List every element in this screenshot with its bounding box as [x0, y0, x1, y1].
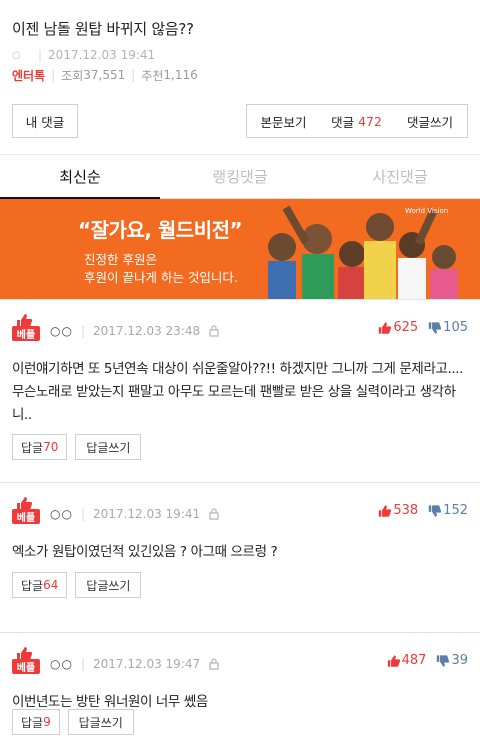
comment-actions: 답글 9 답글쓰기: [12, 709, 142, 735]
ad-banner[interactable]: “잘가요, 월드비전” 진정한 후원은 후원이 끝나게 하는 것입니다. Wor…: [0, 199, 480, 299]
reply-label: 답글: [21, 578, 44, 593]
best-label: 베플: [12, 326, 40, 341]
upvote-count: 538: [393, 503, 419, 518]
divider: |: [38, 48, 43, 62]
reply-count-button[interactable]: 답글 9: [12, 709, 60, 735]
view-body-button[interactable]: 본문보기: [246, 104, 321, 138]
comment-item: 베플 ○○ | 2017.12.03 19:41 538 152 엑소가 원탑이…: [0, 482, 480, 632]
vote-area: 538 152: [378, 503, 468, 518]
tab-ranking[interactable]: 랭킹댓글: [160, 155, 320, 198]
post-stats: 엔터톡 | 조회 37,551 | 추천 1,116: [12, 67, 468, 83]
report-icon[interactable]: [209, 658, 219, 670]
tab-latest[interactable]: 최신순: [0, 155, 160, 199]
comment-actions: 답글 70 답글쓰기: [12, 434, 149, 460]
vote-area: 625 105: [378, 320, 468, 335]
downvote-count: 152: [443, 503, 468, 518]
upvote-count: 625: [393, 320, 419, 335]
post-header: 이젠 남돌 원탑 바뀌지 않음?? ○ | 2017.12.03 19:41 엔…: [0, 0, 480, 86]
comment-header: 베플 ○○ | 2017.12.03 19:47 487 39: [12, 647, 468, 675]
comments-label: 댓글: [331, 114, 355, 130]
thumbs-up-icon: [387, 654, 400, 667]
post-meta: ○ | 2017.12.03 19:41: [12, 47, 468, 63]
write-reply-button[interactable]: 답글쓰기: [75, 572, 142, 598]
post-category[interactable]: 엔터톡: [12, 67, 45, 84]
comment-date: 2017.12.03 19:47: [93, 657, 201, 671]
comments-count: 472: [358, 113, 382, 129]
banner-text-line2: 후원이 끝나게 하는 것입니다.: [84, 270, 238, 285]
comment-text: 이런얘기하면 또 5년연속 대상이 쉬운줄알아??!! 하겠지만 그니까 그게 …: [12, 361, 464, 423]
upvote-button[interactable]: 538: [378, 503, 418, 518]
divider: |: [80, 657, 85, 671]
reply-count-button[interactable]: 답글 64: [12, 572, 68, 598]
reply-count: 64: [43, 578, 59, 592]
divider: |: [131, 68, 136, 82]
divider: |: [51, 68, 56, 82]
comment-author: ○○: [50, 507, 73, 521]
banner-headline: “잘가요, 월드비전”: [78, 218, 243, 242]
downvote-button[interactable]: 152: [428, 503, 468, 518]
thumbs-down-icon: [428, 321, 442, 334]
thumbs-down-icon: [437, 654, 450, 667]
write-reply-button[interactable]: 답글쓰기: [67, 709, 134, 735]
comment-toolbar: 내 댓글 본문보기 댓글 472 댓글쓰기: [0, 104, 480, 140]
divider: |: [80, 507, 85, 521]
thumbs-down-icon: [428, 504, 442, 517]
thumbs-up-icon: [379, 321, 392, 334]
world-vision-logo: World Vision: [405, 207, 449, 215]
upvote-button[interactable]: 487: [387, 653, 427, 668]
best-label: 베플: [12, 509, 40, 524]
circle-icon: ○: [12, 49, 21, 61]
recommend-label: 추천: [141, 68, 164, 83]
best-label: 베플: [12, 659, 40, 674]
divider: |: [80, 324, 85, 338]
comments-count-button[interactable]: 댓글 472: [320, 104, 394, 138]
comment-date: 2017.12.03 19:41: [93, 507, 201, 521]
upvote-button[interactable]: 625: [378, 320, 418, 335]
post-title: 이젠 남돌 원탑 바뀌지 않음??: [12, 20, 194, 38]
comment-actions: 답글 64 답글쓰기: [12, 572, 149, 598]
comment-item: 베플 ○○ | 2017.12.03 19:47 487 39 이번년도는 방탄…: [0, 632, 480, 754]
comment-header: 베플 ○○ | 2017.12.03 23:48 625 105: [12, 314, 468, 342]
comment-sort-tabs: 최신순 랭킹댓글 사진댓글: [0, 155, 480, 199]
best-badge: 베플: [12, 314, 40, 342]
thumbs-up-icon: [379, 504, 392, 517]
banner-text-line1: 진정한 후원은: [84, 252, 157, 267]
reply-count: 9: [43, 715, 51, 729]
post-date: 2017.12.03 19:41: [48, 48, 156, 62]
comment-date: 2017.12.03 23:48: [93, 324, 201, 338]
downvote-count: 39: [451, 653, 468, 668]
comment-text: 엑소가 원탑이였던적 있긴있음 ? 아그때 으르렁 ?: [12, 544, 278, 560]
reply-label: 답글: [21, 440, 44, 455]
reply-label: 답글: [21, 715, 44, 730]
downvote-button[interactable]: 105: [428, 320, 468, 335]
my-comments-button[interactable]: 내 댓글: [12, 104, 78, 138]
comment-header: 베플 ○○ | 2017.12.03 19:41 538 152: [12, 497, 468, 525]
reply-count: 70: [43, 440, 59, 454]
write-comment-button[interactable]: 댓글쓰기: [393, 104, 468, 138]
views-count: 37,551: [83, 68, 126, 82]
recommend-count: 1,116: [163, 68, 198, 82]
downvote-button[interactable]: 39: [436, 653, 468, 668]
reply-count-button[interactable]: 답글 70: [12, 434, 68, 460]
report-icon[interactable]: [209, 325, 219, 337]
write-reply-button[interactable]: 답글쓰기: [75, 434, 142, 460]
vote-area: 487 39: [387, 653, 468, 668]
downvote-count: 105: [443, 320, 468, 335]
views-label: 조회: [61, 68, 84, 83]
report-icon[interactable]: [209, 508, 219, 520]
comment-author: ○○: [50, 324, 73, 338]
comment-author: ○○: [50, 657, 73, 671]
tab-photo[interactable]: 사진댓글: [320, 155, 480, 198]
best-badge: 베플: [12, 647, 40, 675]
upvote-count: 487: [401, 653, 427, 668]
comment-item: 베플 ○○ | 2017.12.03 23:48 625 105 이런얘기하면 …: [0, 299, 480, 482]
best-badge: 베플: [12, 497, 40, 525]
